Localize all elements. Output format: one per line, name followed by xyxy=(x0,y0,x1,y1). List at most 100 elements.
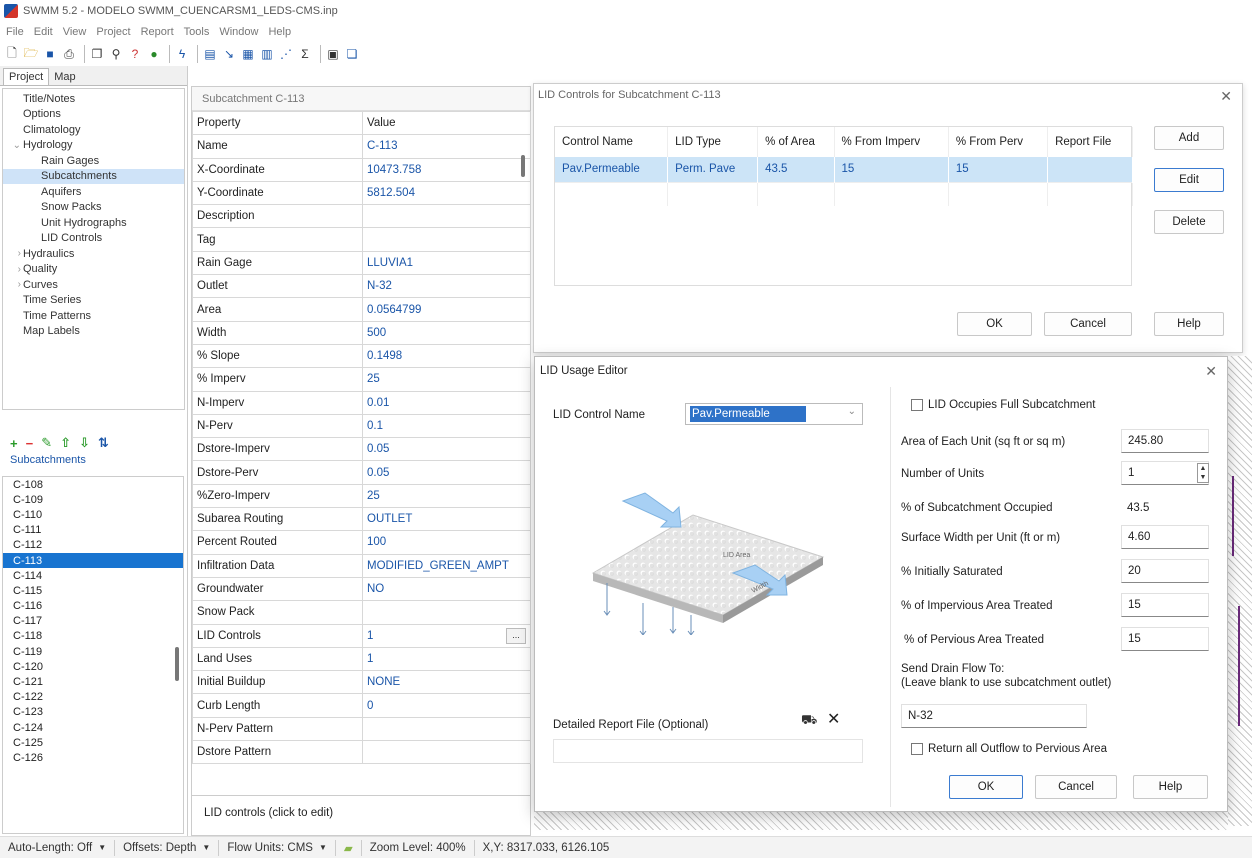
table-row[interactable]: Pav.Permeable Perm. Pave 43.5 15 15 xyxy=(555,157,1133,182)
cancel-button[interactable]: Cancel xyxy=(1044,312,1132,336)
checkbox-box[interactable] xyxy=(911,743,923,755)
list-item[interactable]: C-117 xyxy=(3,614,183,629)
menu-window[interactable]: Window xyxy=(219,26,258,38)
offsets-dropdown[interactable]: Offsets: Depth ▼ xyxy=(115,839,220,856)
flow-units-dropdown[interactable]: Flow Units: CMS ▼ xyxy=(219,839,336,856)
delete-button[interactable]: Delete xyxy=(1154,210,1224,234)
tree-item-curves[interactable]: › Curves xyxy=(3,277,184,293)
tree-item-subcatchments[interactable]: Subcatchments xyxy=(3,168,184,184)
tree-item-snow-packs[interactable]: Snow Packs xyxy=(3,200,184,216)
tree-item-unit-hydrographs[interactable]: Unit Hydrographs xyxy=(3,215,184,231)
options-icon[interactable]: ▣ xyxy=(325,46,341,62)
table-row[interactable]: Infiltration Data MODIFIED_GREEN_AMPT xyxy=(192,553,531,578)
save-icon[interactable]: ■ xyxy=(42,46,58,62)
table-row[interactable]: %Zero-Imperv 25 xyxy=(192,483,531,509)
table-row[interactable]: Percent Routed 100 xyxy=(192,530,531,555)
ok-button[interactable]: OK xyxy=(957,312,1032,336)
tree-item-title-notes[interactable]: Title/Notes xyxy=(3,91,184,107)
property-value[interactable] xyxy=(362,227,531,252)
tree-item-options[interactable]: Options xyxy=(3,107,184,123)
property-value[interactable]: LLUVIA1 xyxy=(362,250,531,276)
tree-expander-icon[interactable]: › xyxy=(7,279,23,290)
browse-file-icon[interactable]: ⛟ xyxy=(801,712,817,730)
table-row[interactable]: Name C-113 xyxy=(192,134,531,159)
menu-report[interactable]: Report xyxy=(141,26,174,38)
property-value[interactable]: 25 xyxy=(362,483,531,509)
tree-expander-icon[interactable]: ⌄ xyxy=(7,140,23,151)
print-icon[interactable]: ⎙ xyxy=(61,46,77,62)
list-item[interactable]: C-122 xyxy=(3,690,183,705)
spin-up-icon[interactable]: ▲ xyxy=(1198,464,1208,473)
drain-flow-field[interactable]: N-32 xyxy=(901,704,1087,728)
occupies-full-checkbox[interactable]: LID Occupies Full Subcatchment xyxy=(911,399,1095,411)
list-item[interactable]: C-114 xyxy=(3,568,183,583)
property-value[interactable]: MODIFIED_GREEN_AMPT xyxy=(362,553,531,578)
property-value[interactable]: 5812.504 xyxy=(362,180,531,206)
tree-item-quality[interactable]: › Quality xyxy=(3,262,184,278)
ellipsis-button[interactable]: ... xyxy=(506,627,526,644)
table-row[interactable]: Width 500 xyxy=(192,320,531,345)
spin-down-icon[interactable]: ▼ xyxy=(1198,473,1208,482)
property-value[interactable]: 0.05 xyxy=(362,437,531,462)
tree-item-hydraulics[interactable]: › Hydraulics xyxy=(3,246,184,262)
property-value[interactable]: 10473.758 xyxy=(362,157,531,182)
menu-edit[interactable]: Edit xyxy=(34,26,53,38)
find-icon[interactable]: ⚲ xyxy=(108,46,124,62)
init-sat-field[interactable]: 20 xyxy=(1121,559,1209,583)
property-value[interactable] xyxy=(362,716,531,742)
property-value[interactable]: C-113 xyxy=(362,134,531,159)
table-row[interactable]: Tag xyxy=(192,227,531,252)
property-value[interactable]: 0.05 xyxy=(362,460,531,485)
cancel-button[interactable]: Cancel xyxy=(1035,775,1117,799)
table-row[interactable]: N-Perv Pattern xyxy=(192,716,531,742)
lid-control-name-select[interactable]: Pav.Permeable ⌄ xyxy=(685,403,863,425)
list-item[interactable]: C-124 xyxy=(3,720,183,735)
property-value[interactable]: 0 xyxy=(362,693,531,718)
table-row[interactable]: N-Perv 0.1 xyxy=(192,413,531,439)
perv-treated-field[interactable]: 15 xyxy=(1121,627,1209,651)
table-row[interactable]: Outlet N-32 xyxy=(192,274,531,299)
table-row[interactable]: Description xyxy=(192,204,531,229)
query-icon[interactable]: ? xyxy=(127,46,143,62)
add-object-icon[interactable]: + xyxy=(10,436,18,451)
property-value[interactable]: NO xyxy=(362,576,531,602)
table-row[interactable]: Dstore-Imperv 0.05 xyxy=(192,437,531,462)
help-button[interactable]: Help xyxy=(1133,775,1208,799)
tree-item-time-patterns[interactable]: Time Patterns xyxy=(3,308,184,324)
table-row[interactable]: Dstore-Perv 0.05 xyxy=(192,460,531,485)
property-value[interactable] xyxy=(362,600,531,625)
return-outflow-checkbox[interactable]: Return all Outflow to Pervious Area xyxy=(911,743,1107,755)
property-value[interactable]: N-32 xyxy=(362,274,531,299)
property-value[interactable]: OUTLET xyxy=(362,507,531,532)
table-row[interactable]: % Imperv 25 xyxy=(192,367,531,392)
imperv-treated-field[interactable]: 15 xyxy=(1121,593,1209,617)
tree-item-map-labels[interactable]: Map Labels xyxy=(3,324,184,340)
property-value[interactable]: 1... xyxy=(362,623,531,648)
property-value[interactable]: 25 xyxy=(362,367,531,392)
tree-item-hydrology[interactable]: ⌄ Hydrology xyxy=(3,138,184,154)
close-icon[interactable]: ✕ xyxy=(1205,363,1217,380)
property-value[interactable]: 100 xyxy=(362,530,531,555)
property-editor-scrollbar[interactable] xyxy=(521,155,525,177)
table-row[interactable]: Groundwater NO xyxy=(192,576,531,602)
tree-item-climatology[interactable]: Climatology xyxy=(3,122,184,138)
table-row[interactable]: LID Controls 1... xyxy=(192,623,531,648)
list-item[interactable]: C-109 xyxy=(3,492,183,507)
list-item[interactable]: C-115 xyxy=(3,583,183,598)
tree-expander-icon[interactable]: › xyxy=(7,264,23,275)
list-item[interactable]: C-111 xyxy=(3,523,183,538)
flash-icon[interactable]: ϟ xyxy=(174,46,190,62)
open-folder-icon[interactable]: 🗁 xyxy=(23,46,39,62)
move-up-icon[interactable]: ⇧ xyxy=(60,435,71,451)
table-row[interactable] xyxy=(555,181,1133,206)
tree-item-lid-controls[interactable]: LID Controls xyxy=(3,231,184,247)
time-series-plot-icon[interactable]: ▦ xyxy=(240,46,256,62)
menu-view[interactable]: View xyxy=(63,26,87,38)
num-units-spinner[interactable]: ▲ ▼ xyxy=(1197,463,1209,483)
menu-project[interactable]: Project xyxy=(96,26,130,38)
sort-icon[interactable]: ⇅ xyxy=(98,435,109,451)
num-units-field[interactable]: 1 xyxy=(1121,461,1209,485)
help-button[interactable]: Help xyxy=(1154,312,1224,336)
property-value[interactable] xyxy=(362,204,531,229)
tree-item-rain-gages[interactable]: Rain Gages xyxy=(3,153,184,169)
